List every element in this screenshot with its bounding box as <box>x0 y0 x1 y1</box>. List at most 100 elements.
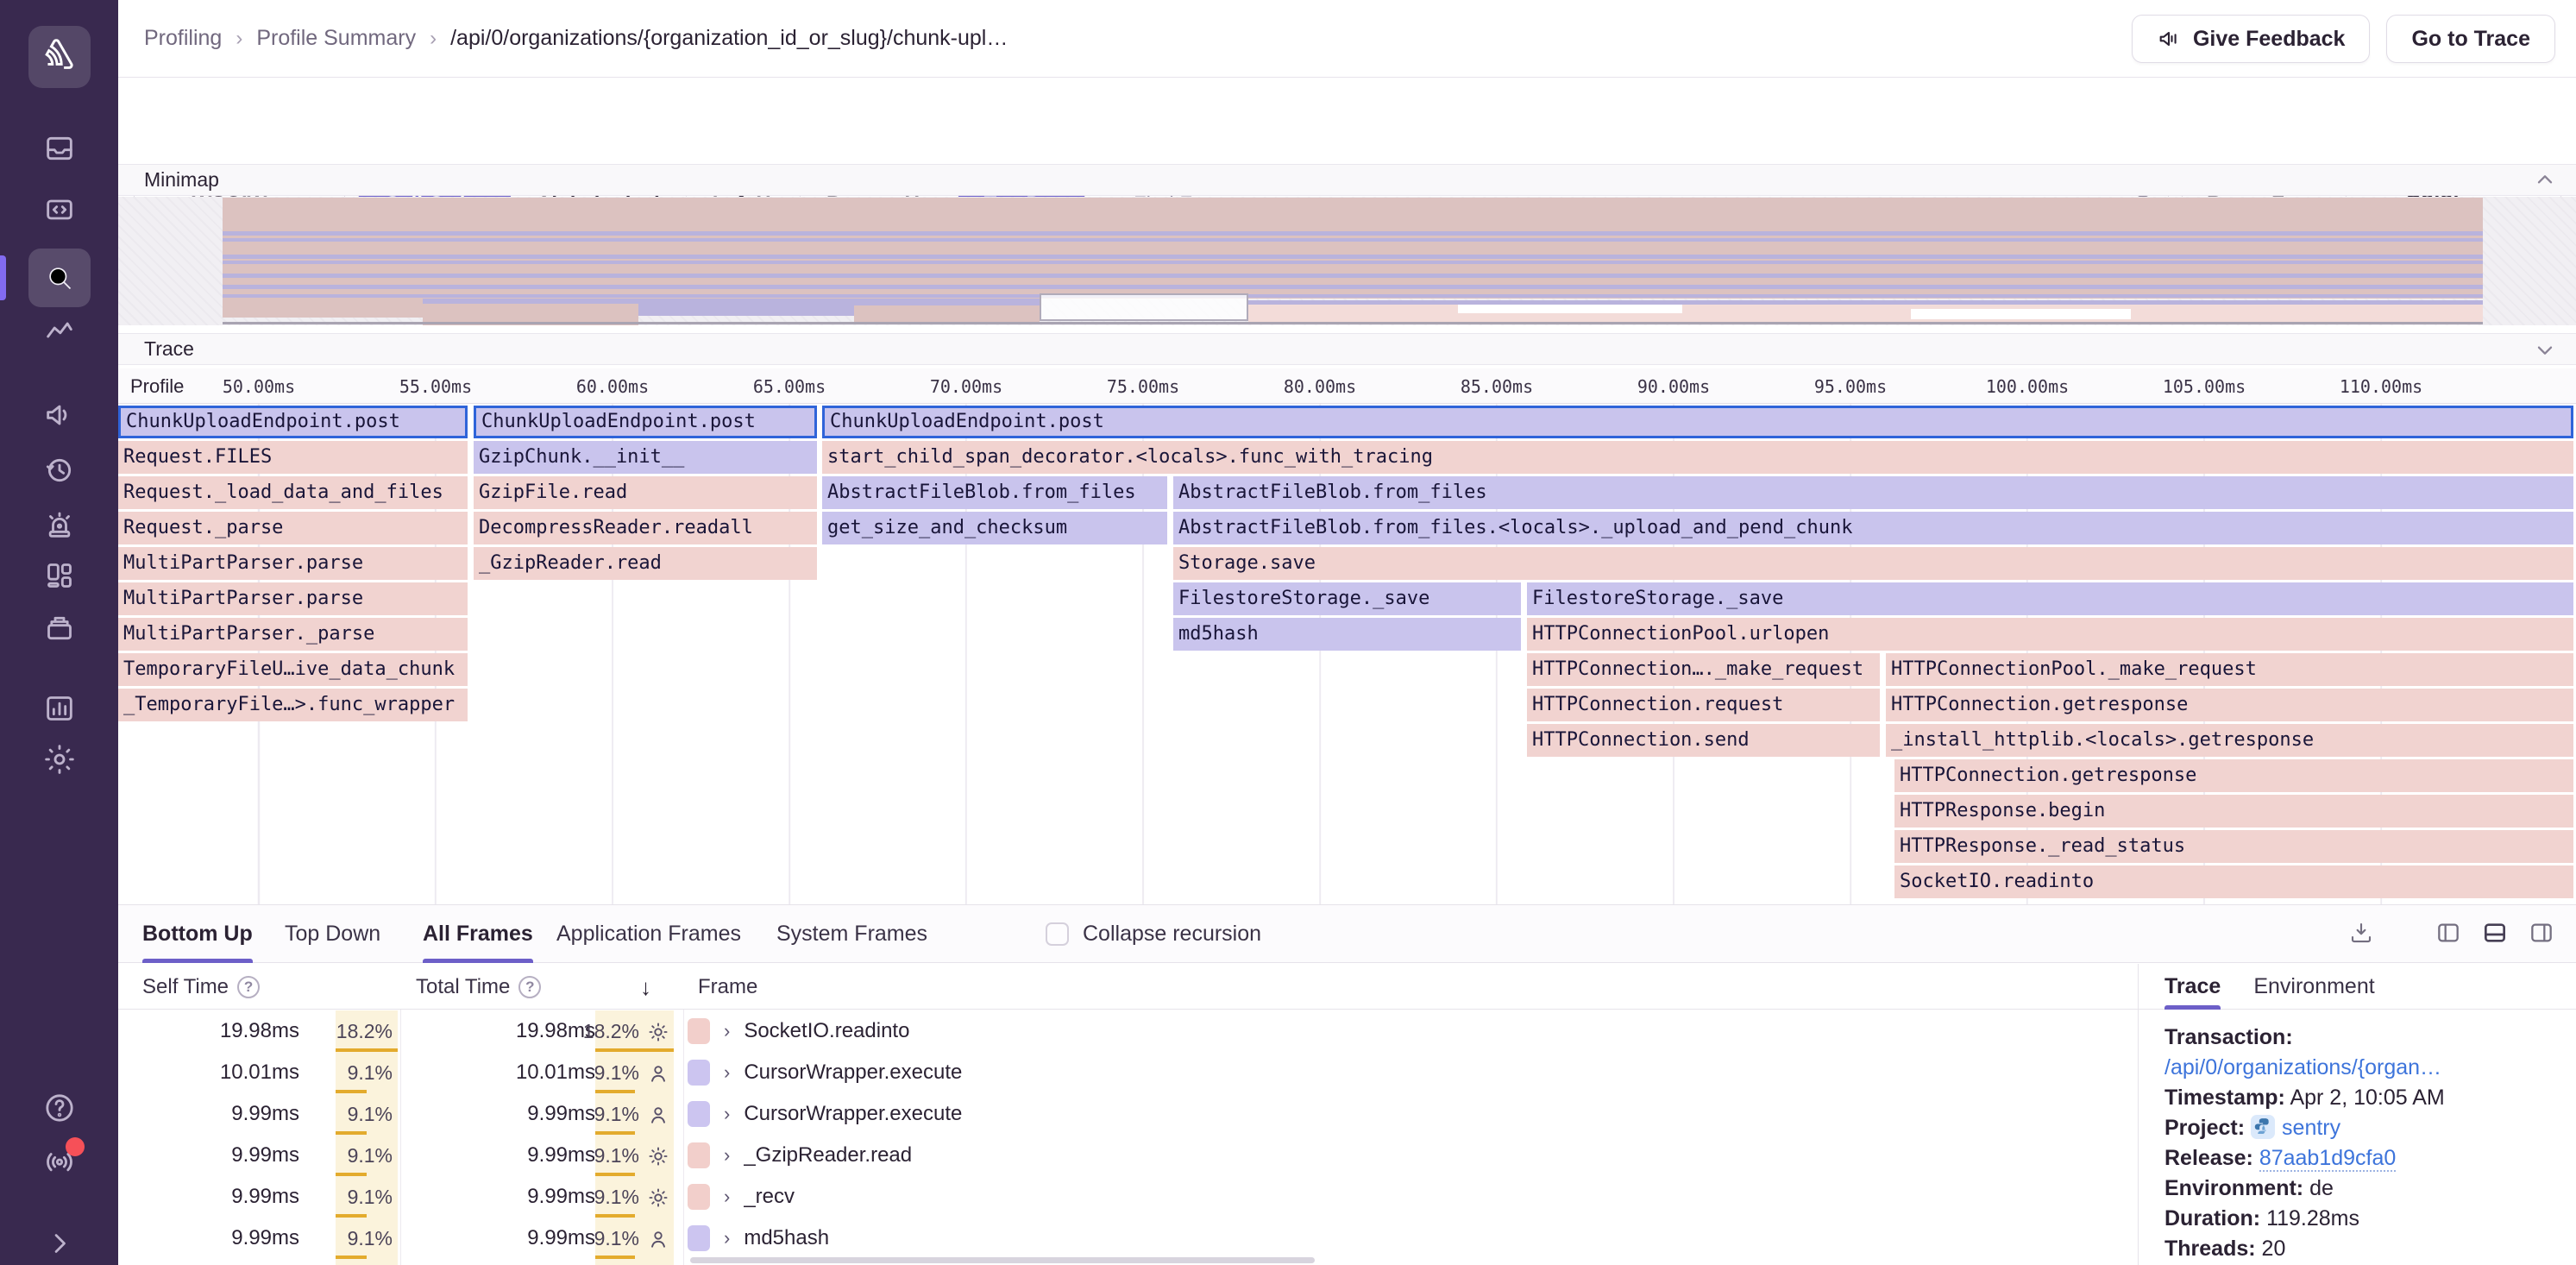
sidebar-item-releases[interactable] <box>0 611 118 645</box>
flame-frame[interactable]: HTTPConnectionPool._make_request <box>1886 653 2573 686</box>
chevron-up-icon[interactable] <box>2533 168 2557 192</box>
sidebar-item-replays[interactable] <box>0 453 118 488</box>
flame-frame[interactable]: SocketIO.readinto <box>1894 865 2573 898</box>
flame-frame[interactable]: HTTPResponse._read_status <box>1894 830 2573 863</box>
self-time: 9.99ms <box>135 1176 299 1218</box>
flame-frame[interactable]: MultiPartParser._parse <box>118 618 468 651</box>
flame-frame[interactable]: GzipChunk.__init__ <box>474 441 817 474</box>
layout-bottom-icon[interactable] <box>2481 919 2509 947</box>
go-to-trace-button[interactable]: Go to Trace <box>2386 15 2555 63</box>
flame-frame[interactable]: MultiPartParser.parse <box>118 547 468 580</box>
tab-bottom-up[interactable]: Bottom Up <box>142 905 253 963</box>
chevron-down-icon[interactable] <box>2533 337 2557 362</box>
axis-tick: 105.00ms <box>2163 376 2246 397</box>
project-link[interactable]: sentry <box>2282 1116 2340 1140</box>
flame-frame[interactable]: _GzipReader.read <box>474 547 817 580</box>
flame-frame[interactable]: FilestoreStorage._save <box>1527 582 2573 615</box>
sidebar-item-explore[interactable] <box>0 192 118 227</box>
flame-frame[interactable]: MultiPartParser.parse <box>118 582 468 615</box>
flame-frame[interactable]: FilestoreStorage._save <box>1173 582 1521 615</box>
flame-frame[interactable]: _TemporaryFile…>.func_wrapper <box>118 689 468 721</box>
frame-table-row[interactable]: 9.99ms 9.1% 9.99ms 9.1% › CursorWrapper.… <box>118 1093 2138 1135</box>
flame-frame[interactable]: HTTPConnectionPool.urlopen <box>1527 618 2573 651</box>
flame-frame[interactable]: HTTPResponse.begin <box>1894 795 2573 828</box>
self-pct-cell: 9.1% <box>336 1135 398 1176</box>
help-icon[interactable]: ? <box>518 976 541 998</box>
give-feedback-button[interactable]: Give Feedback <box>2132 15 2370 63</box>
flame-frame[interactable]: HTTPConnection.send <box>1527 724 1880 757</box>
help-icon[interactable]: ? <box>237 976 260 998</box>
flame-frame[interactable]: HTTPConnection.getresponse <box>1894 759 2573 792</box>
flame-frame[interactable]: HTTPConnection.getresponse <box>1886 689 2573 721</box>
flame-frame[interactable]: start_child_span_decorator.<locals>.func… <box>822 441 2573 474</box>
breadcrumb-profile-summary[interactable]: Profile Summary <box>256 26 416 51</box>
flame-frame[interactable]: AbstractFileBlob.from_files <box>822 476 1167 509</box>
sidebar-item-issues[interactable] <box>0 131 118 166</box>
frame-table-row[interactable]: 9.99ms 9.1% 9.99ms 9.1% › md5hash <box>118 1218 2138 1259</box>
transaction-link[interactable]: /api/0/organizations/{organ… <box>2164 1055 2441 1079</box>
flame-frame[interactable]: ChunkUploadEndpoint.post <box>118 406 468 438</box>
frame-table-row[interactable]: 9.99ms 9.1% 9.99ms 9.1% › _recv <box>118 1176 2138 1218</box>
layout-left-icon[interactable] <box>2435 919 2462 947</box>
flame-frame[interactable]: ChunkUploadEndpoint.post <box>822 406 2573 438</box>
tab-environment[interactable]: Environment <box>2253 964 2374 1010</box>
sidebar-item-feedback[interactable] <box>0 398 118 432</box>
collapse-recursion-checkbox[interactable] <box>1046 922 1069 946</box>
flame-frame[interactable]: TemporaryFileU…ive_data_chunk <box>118 653 468 686</box>
flame-frame[interactable]: Storage.save <box>1173 547 2573 580</box>
sidebar-item-alerts[interactable] <box>0 507 118 542</box>
sidebar-item-dashboards[interactable] <box>0 558 118 593</box>
flame-frame[interactable]: HTTPConnection.request <box>1527 689 1880 721</box>
expand-caret-icon[interactable]: › <box>724 1061 730 1084</box>
flame-frame[interactable]: DecompressReader.readall <box>474 512 817 544</box>
flame-frame[interactable]: get_size_and_checksum <box>822 512 1167 544</box>
expand-caret-icon[interactable]: › <box>724 1186 730 1208</box>
minimap-canvas[interactable] <box>118 197 2576 325</box>
axis-tick: 100.00ms <box>1986 376 2069 397</box>
sidebar-item-whats-new[interactable] <box>0 1143 118 1178</box>
tab-trace[interactable]: Trace <box>2164 964 2221 1010</box>
flame-frame[interactable]: HTTPConnection…._make_request <box>1527 653 1880 686</box>
axis-tick: 110.00ms <box>2340 376 2422 397</box>
expand-caret-icon[interactable]: › <box>724 1020 730 1042</box>
sidebar-item-settings[interactable] <box>0 742 118 777</box>
sort-desc-icon[interactable]: ↓ <box>640 974 651 1001</box>
sidebar-item-stats[interactable] <box>0 691 118 726</box>
minimap-block <box>223 294 2483 298</box>
dashboards-icon <box>42 558 77 593</box>
flame-frame[interactable]: Request._parse <box>118 512 468 544</box>
frame-color-swatch <box>688 1184 710 1210</box>
flame-frame[interactable]: GzipFile.read <box>474 476 817 509</box>
expand-caret-icon[interactable]: › <box>724 1103 730 1125</box>
release-link[interactable]: 87aab1d9cfa0 <box>2259 1146 2396 1172</box>
sidebar-item-expand[interactable] <box>0 1227 118 1260</box>
tab-system-frames[interactable]: System Frames <box>776 905 927 963</box>
flame-frame[interactable]: md5hash <box>1173 618 1521 651</box>
expand-caret-icon[interactable]: › <box>724 1144 730 1167</box>
expand-caret-icon[interactable]: › <box>724 1227 730 1249</box>
flamegraph[interactable]: ChunkUploadEndpoint.postChunkUploadEndpo… <box>118 404 2576 904</box>
frame-table-row[interactable]: 19.98ms 18.2% 19.98ms 18.2% › SocketIO.r… <box>118 1010 2138 1052</box>
tab-application-frames[interactable]: Application Frames <box>556 905 741 963</box>
sidebar-item-explore-active[interactable] <box>28 249 91 307</box>
frame-table-row[interactable]: 9.99ms 9.1% 9.99ms 9.1% › _GzipReader.re… <box>118 1135 2138 1176</box>
flame-frame[interactable]: Request.FILES <box>118 441 468 474</box>
col-self-time[interactable]: Self Time? <box>142 964 260 1010</box>
flame-frame[interactable]: AbstractFileBlob.from_files <box>1173 476 2573 509</box>
minimap-viewport[interactable] <box>1040 293 1248 321</box>
flame-frame[interactable]: _install_httplib.<locals>.getresponse <box>1886 724 2573 757</box>
frame-table-row[interactable]: 10.01ms 9.1% 10.01ms 9.1% › CursorWrappe… <box>118 1052 2138 1093</box>
horizontal-scrollbar[interactable] <box>690 1257 1315 1263</box>
sentry-logo-icon[interactable] <box>28 26 91 88</box>
flame-frame[interactable]: ChunkUploadEndpoint.post <box>474 406 817 438</box>
layout-right-icon[interactable] <box>2528 919 2555 947</box>
download-icon[interactable] <box>2348 920 2374 946</box>
tab-all-frames[interactable]: All Frames <box>423 905 533 963</box>
breadcrumb-profiling[interactable]: Profiling <box>144 26 222 51</box>
sidebar-item-traces[interactable] <box>0 315 118 349</box>
sidebar-item-help[interactable] <box>0 1091 118 1125</box>
flame-frame[interactable]: AbstractFileBlob.from_files.<locals>._up… <box>1173 512 2573 544</box>
tab-top-down[interactable]: Top Down <box>285 905 380 963</box>
col-total-time[interactable]: Total Time? <box>416 964 541 1010</box>
flame-frame[interactable]: Request._load_data_and_files <box>118 476 468 509</box>
